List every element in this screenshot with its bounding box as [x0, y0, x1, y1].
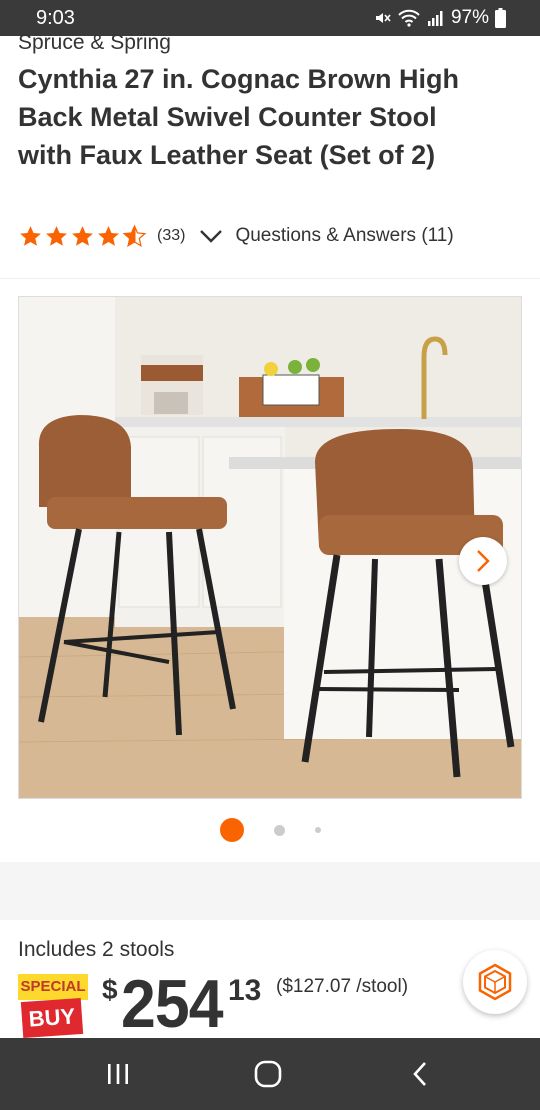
next-image-button[interactable]: [459, 537, 507, 585]
price-dollars: 254: [121, 966, 224, 1042]
star-icon: [46, 225, 67, 246]
pagination-dot-active[interactable]: [219, 818, 244, 842]
pagination-dot[interactable]: [273, 824, 285, 836]
product-image[interactable]: [18, 296, 522, 799]
wifi-icon: [398, 9, 420, 27]
section-divider: [0, 862, 540, 920]
star-icon: [20, 225, 41, 246]
chat-assistant-button[interactable]: [463, 950, 527, 1014]
badge-special: SPECIAL: [18, 974, 88, 1000]
price-section: Includes 2 stools SPECIAL BUY $ 254 13 (…: [0, 920, 540, 1042]
star-icon: [72, 225, 93, 246]
chevron-right-icon: [477, 550, 490, 572]
star-rating[interactable]: [18, 224, 147, 249]
battery-icon: [495, 8, 506, 28]
battery-percent: 97%: [450, 7, 489, 28]
signal-icon: [427, 11, 443, 26]
review-count[interactable]: (33): [157, 227, 185, 245]
product-title: Cynthia 27 in. Cognac Brown High Back Me…: [18, 64, 460, 170]
price-cents: 13: [228, 974, 262, 1007]
hexagon-chat-icon: [478, 963, 512, 1001]
questions-answers-link[interactable]: Questions & Answers (11): [235, 225, 453, 247]
brand-link[interactable]: Spruce & Spring: [18, 31, 171, 55]
home-icon: [254, 1060, 282, 1088]
status-icons: 97%: [373, 7, 506, 29]
price-currency: $: [102, 974, 118, 1005]
back-icon: [413, 1062, 426, 1086]
rating-row: (33) Questions & Answers (11): [18, 222, 454, 250]
recent-apps-button[interactable]: [98, 1058, 138, 1090]
pagination-dot[interactable]: [314, 827, 321, 833]
star-icon: [98, 225, 119, 246]
image-gallery: [0, 278, 540, 862]
recent-apps-icon: [108, 1064, 128, 1084]
gallery-pagination: [0, 818, 540, 842]
system-nav-bar: [0, 1038, 540, 1110]
half-star-icon: [122, 224, 147, 247]
includes-text: Includes 2 stools: [18, 938, 175, 961]
mute-icon: [375, 13, 391, 23]
bar-stools-photo: [19, 297, 521, 798]
badge-buy: BUY: [20, 997, 84, 1039]
back-button[interactable]: [400, 1058, 440, 1090]
special-buy-badge: SPECIAL BUY: [18, 974, 90, 1039]
price-per-unit: ($127.07 /stool): [276, 976, 409, 997]
home-button[interactable]: [248, 1058, 288, 1090]
chevron-down-icon[interactable]: [199, 228, 223, 244]
status-time: 9:03: [36, 7, 75, 29]
